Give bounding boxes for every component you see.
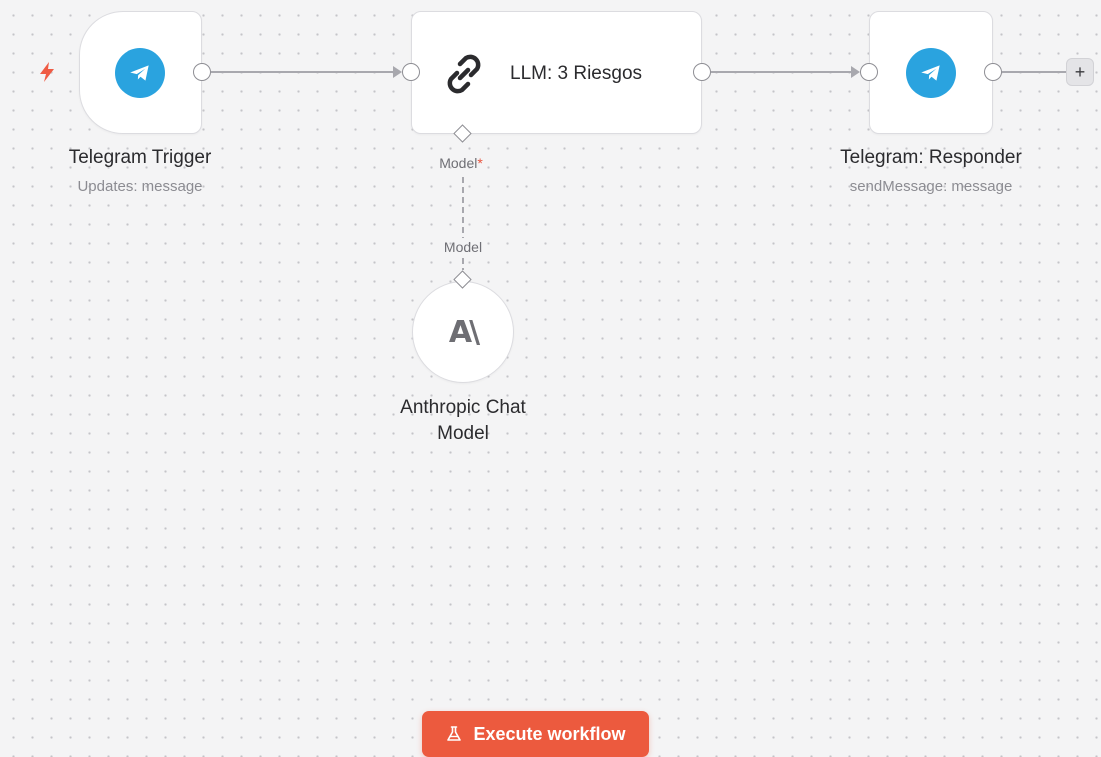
telegram-responder-node[interactable]: [869, 11, 993, 134]
responder-output-handle[interactable]: [984, 63, 1002, 81]
llm-model-input-label: Model*: [439, 155, 483, 171]
edge-arrow-llm: [393, 66, 402, 78]
telegram-responder-title: Telegram: Responder: [840, 147, 1022, 168]
execute-workflow-button[interactable]: Execute workflow: [422, 711, 649, 757]
trigger-bolt-icon: [40, 62, 54, 82]
telegram-icon: [906, 48, 956, 98]
llm-node-title: LLM: 3 Riesgos: [510, 63, 643, 84]
llm-output-handle[interactable]: [693, 63, 711, 81]
anthropic-node-title: Anthropic Chat Model: [400, 397, 526, 444]
execute-workflow-label: Execute workflow: [473, 723, 626, 744]
telegram-trigger-title: Telegram Trigger: [68, 147, 212, 168]
edge-arrow-responder: [851, 66, 860, 78]
link-icon: [447, 54, 481, 94]
responder-input-handle[interactable]: [860, 63, 878, 81]
flask-icon: [447, 726, 462, 741]
telegram-trigger-subtitle: Updates: message: [77, 178, 203, 195]
trigger-output-handle[interactable]: [193, 63, 211, 81]
telegram-trigger-node[interactable]: [79, 11, 202, 134]
llm-chain-node[interactable]: LLM: 3 Riesgos: [411, 11, 702, 134]
workflow-canvas[interactable]: Telegram Trigger Updates: message LLM: 3…: [0, 0, 1101, 757]
required-marker: *: [477, 155, 483, 171]
llm-input-handle[interactable]: [402, 63, 420, 81]
anthropic-model-output-label: Model: [443, 239, 483, 255]
telegram-icon: [115, 48, 165, 98]
add-node-button[interactable]: +: [1066, 58, 1094, 86]
anthropic-chat-model-node[interactable]: A\: [412, 281, 514, 383]
anthropic-logo-icon: A\: [448, 314, 480, 350]
telegram-responder-subtitle: sendMessage: message: [849, 178, 1013, 195]
